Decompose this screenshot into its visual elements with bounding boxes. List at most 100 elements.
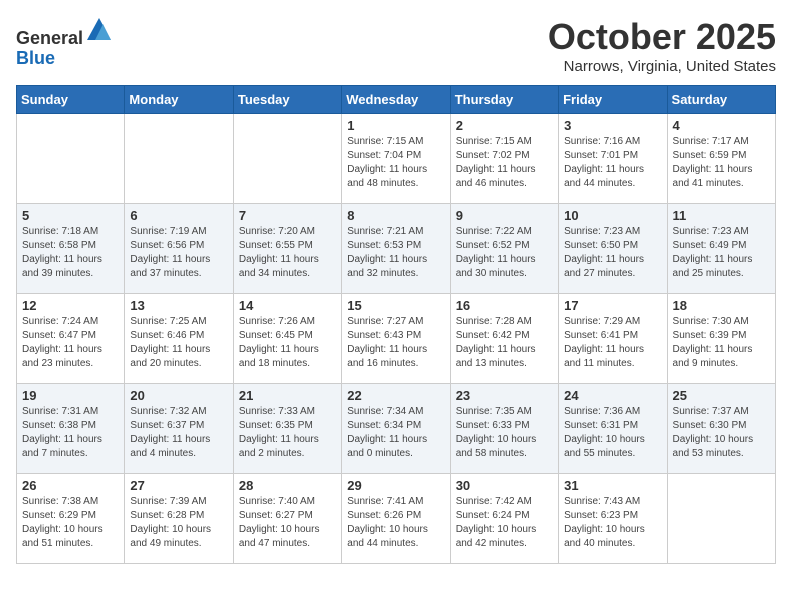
calendar-cell: 10Sunrise: 7:23 AM Sunset: 6:50 PM Dayli… bbox=[559, 204, 667, 294]
calendar-cell: 13 Sunrise: 7:25 AM Sunset: 6:46 PM Dayli… bbox=[125, 294, 233, 384]
logo-icon bbox=[85, 16, 113, 44]
day-info: Sunrise: 7:43 AM Sunset: 6:23 PM Dayligh… bbox=[564, 495, 661, 551]
title-block: October 2025 Narrows, Virginia, United S… bbox=[548, 16, 776, 75]
day-number: 13 bbox=[130, 298, 227, 313]
day-number: 25 bbox=[673, 388, 770, 403]
day-number: 3 bbox=[564, 118, 661, 133]
calendar-cell: 5 Sunrise: 7:18 AM Sunset: 6:58 PM Daylig… bbox=[17, 204, 125, 294]
page-header: General Blue October 2025 Narrows, Virgi… bbox=[16, 16, 776, 75]
calendar-cell: 8 Sunrise: 7:21 AM Sunset: 6:53 PM Daylig… bbox=[342, 204, 450, 294]
day-info: Sunrise: 7:42 AM Sunset: 6:24 PM Dayligh… bbox=[456, 495, 553, 551]
day-header-wednesday: Wednesday bbox=[342, 86, 450, 114]
day-number: 23 bbox=[456, 388, 553, 403]
day-info: Sunrise: 7:33 AM Sunset: 6:35 PM Dayligh… bbox=[239, 405, 336, 461]
day-header-saturday: Saturday bbox=[667, 86, 775, 114]
day-number: 6 bbox=[130, 208, 227, 223]
day-number: 22 bbox=[347, 388, 444, 403]
calendar-cell: 21 Sunrise: 7:33 AM Sunset: 6:35 PM Dayli… bbox=[233, 384, 341, 474]
day-info: Sunrise: 7:32 AM Sunset: 6:37 PM Dayligh… bbox=[130, 405, 227, 461]
day-info: Sunrise: 7:20 AM Sunset: 6:55 PM Dayligh… bbox=[239, 225, 336, 281]
calendar-cell: 22 Sunrise: 7:34 AM Sunset: 6:34 PM Dayli… bbox=[342, 384, 450, 474]
calendar-cell: 16Sunrise: 7:28 AM Sunset: 6:42 PM Dayli… bbox=[450, 294, 558, 384]
day-number: 14 bbox=[239, 298, 336, 313]
calendar-cell: 9 Sunrise: 7:22 AM Sunset: 6:52 PM Daylig… bbox=[450, 204, 558, 294]
day-number: 8 bbox=[347, 208, 444, 223]
day-info: Sunrise: 7:36 AM Sunset: 6:31 PM Dayligh… bbox=[564, 405, 661, 461]
day-number: 7 bbox=[239, 208, 336, 223]
calendar-week-row: 26 Sunrise: 7:38 AM Sunset: 6:29 PM Dayli… bbox=[17, 474, 776, 564]
day-number: 19 bbox=[22, 388, 119, 403]
day-number: 4 bbox=[673, 118, 770, 133]
day-info: Sunrise: 7:28 AM Sunset: 6:42 PM Dayligh… bbox=[456, 315, 553, 371]
calendar-cell bbox=[125, 114, 233, 204]
day-number: 18 bbox=[673, 298, 770, 313]
calendar-cell: 7 Sunrise: 7:20 AM Sunset: 6:55 PM Daylig… bbox=[233, 204, 341, 294]
day-info: Sunrise: 7:29 AM Sunset: 6:41 PM Dayligh… bbox=[564, 315, 661, 371]
day-info: Sunrise: 7:23 AM Sunset: 6:50 PM Dayligh… bbox=[564, 225, 661, 281]
calendar-cell: 24 Sunrise: 7:36 AM Sunset: 6:31 PM Dayli… bbox=[559, 384, 667, 474]
calendar-week-row: 5 Sunrise: 7:18 AM Sunset: 6:58 PM Daylig… bbox=[17, 204, 776, 294]
calendar-week-row: 19 Sunrise: 7:31 AM Sunset: 6:38 PM Dayli… bbox=[17, 384, 776, 474]
calendar-cell: 15 Sunrise: 7:27 AM Sunset: 6:43 PM Dayli… bbox=[342, 294, 450, 384]
day-info: Sunrise: 7:17 AM Sunset: 6:59 PM Dayligh… bbox=[673, 135, 770, 191]
calendar-week-row: 12Sunrise: 7:24 AM Sunset: 6:47 PM Dayli… bbox=[17, 294, 776, 384]
day-header-monday: Monday bbox=[125, 86, 233, 114]
calendar-cell: 4 Sunrise: 7:17 AM Sunset: 6:59 PM Daylig… bbox=[667, 114, 775, 204]
day-number: 15 bbox=[347, 298, 444, 313]
day-info: Sunrise: 7:16 AM Sunset: 7:01 PM Dayligh… bbox=[564, 135, 661, 191]
calendar-cell bbox=[233, 114, 341, 204]
day-info: Sunrise: 7:22 AM Sunset: 6:52 PM Dayligh… bbox=[456, 225, 553, 281]
day-number: 20 bbox=[130, 388, 227, 403]
day-info: Sunrise: 7:39 AM Sunset: 6:28 PM Dayligh… bbox=[130, 495, 227, 551]
day-number: 24 bbox=[564, 388, 661, 403]
calendar-cell: 1Sunrise: 7:15 AM Sunset: 7:04 PM Daylig… bbox=[342, 114, 450, 204]
calendar-cell bbox=[17, 114, 125, 204]
calendar-header-row: SundayMondayTuesdayWednesdayThursdayFrid… bbox=[17, 86, 776, 114]
calendar-cell: 20 Sunrise: 7:32 AM Sunset: 6:37 PM Dayli… bbox=[125, 384, 233, 474]
calendar-week-row: 1Sunrise: 7:15 AM Sunset: 7:04 PM Daylig… bbox=[17, 114, 776, 204]
logo: General Blue bbox=[16, 16, 113, 69]
day-number: 9 bbox=[456, 208, 553, 223]
location-title: Narrows, Virginia, United States bbox=[548, 58, 776, 75]
day-number: 21 bbox=[239, 388, 336, 403]
calendar-cell: 27Sunrise: 7:39 AM Sunset: 6:28 PM Dayli… bbox=[125, 474, 233, 564]
calendar-cell: 6Sunrise: 7:19 AM Sunset: 6:56 PM Daylig… bbox=[125, 204, 233, 294]
day-number: 2 bbox=[456, 118, 553, 133]
day-number: 26 bbox=[22, 478, 119, 493]
day-info: Sunrise: 7:26 AM Sunset: 6:45 PM Dayligh… bbox=[239, 315, 336, 371]
day-number: 5 bbox=[22, 208, 119, 223]
day-header-sunday: Sunday bbox=[17, 86, 125, 114]
day-info: Sunrise: 7:21 AM Sunset: 6:53 PM Dayligh… bbox=[347, 225, 444, 281]
calendar-cell: 14 Sunrise: 7:26 AM Sunset: 6:45 PM Dayli… bbox=[233, 294, 341, 384]
logo-general: General bbox=[16, 28, 83, 48]
logo-blue: Blue bbox=[16, 48, 55, 68]
day-info: Sunrise: 7:18 AM Sunset: 6:58 PM Dayligh… bbox=[22, 225, 119, 281]
day-header-thursday: Thursday bbox=[450, 86, 558, 114]
day-number: 12 bbox=[22, 298, 119, 313]
calendar-cell: 12Sunrise: 7:24 AM Sunset: 6:47 PM Dayli… bbox=[17, 294, 125, 384]
day-info: Sunrise: 7:27 AM Sunset: 6:43 PM Dayligh… bbox=[347, 315, 444, 371]
day-number: 28 bbox=[239, 478, 336, 493]
calendar-cell: 3 Sunrise: 7:16 AM Sunset: 7:01 PM Daylig… bbox=[559, 114, 667, 204]
day-info: Sunrise: 7:40 AM Sunset: 6:27 PM Dayligh… bbox=[239, 495, 336, 551]
day-info: Sunrise: 7:23 AM Sunset: 6:49 PM Dayligh… bbox=[673, 225, 770, 281]
day-info: Sunrise: 7:38 AM Sunset: 6:29 PM Dayligh… bbox=[22, 495, 119, 551]
day-number: 17 bbox=[564, 298, 661, 313]
calendar-cell: 23Sunrise: 7:35 AM Sunset: 6:33 PM Dayli… bbox=[450, 384, 558, 474]
day-info: Sunrise: 7:34 AM Sunset: 6:34 PM Dayligh… bbox=[347, 405, 444, 461]
day-header-tuesday: Tuesday bbox=[233, 86, 341, 114]
day-number: 30 bbox=[456, 478, 553, 493]
calendar-cell: 2 Sunrise: 7:15 AM Sunset: 7:02 PM Daylig… bbox=[450, 114, 558, 204]
month-title: October 2025 bbox=[548, 16, 776, 58]
calendar-cell bbox=[667, 474, 775, 564]
day-info: Sunrise: 7:15 AM Sunset: 7:02 PM Dayligh… bbox=[456, 135, 553, 191]
day-info: Sunrise: 7:37 AM Sunset: 6:30 PM Dayligh… bbox=[673, 405, 770, 461]
calendar-cell: 30 Sunrise: 7:42 AM Sunset: 6:24 PM Dayli… bbox=[450, 474, 558, 564]
day-info: Sunrise: 7:25 AM Sunset: 6:46 PM Dayligh… bbox=[130, 315, 227, 371]
day-header-friday: Friday bbox=[559, 86, 667, 114]
day-info: Sunrise: 7:31 AM Sunset: 6:38 PM Dayligh… bbox=[22, 405, 119, 461]
calendar-cell: 26 Sunrise: 7:38 AM Sunset: 6:29 PM Dayli… bbox=[17, 474, 125, 564]
day-info: Sunrise: 7:30 AM Sunset: 6:39 PM Dayligh… bbox=[673, 315, 770, 371]
calendar-cell: 25 Sunrise: 7:37 AM Sunset: 6:30 PM Dayli… bbox=[667, 384, 775, 474]
day-number: 1 bbox=[347, 118, 444, 133]
